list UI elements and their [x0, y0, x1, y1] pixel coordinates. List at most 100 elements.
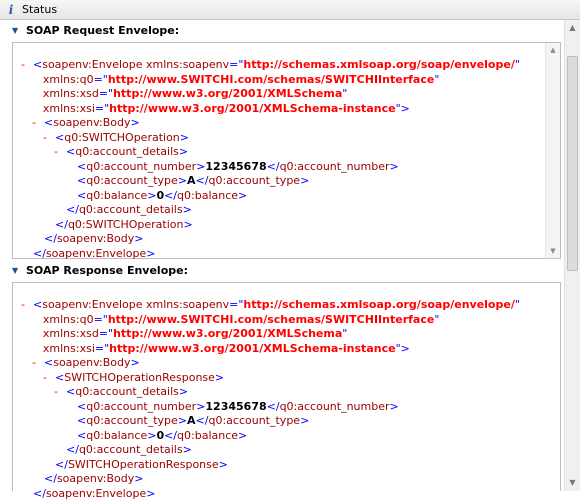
request-panel-scrollbar[interactable]: ▲ ▼	[545, 43, 560, 258]
xml-line: - <soapenv:Envelope xmlns:soapenv="http:/…	[21, 298, 520, 312]
xml-tag-name: q0:account_number	[279, 159, 390, 173]
xml-punctuation: <	[77, 399, 87, 413]
xml-tag-name: q0:balance	[177, 188, 239, 202]
xml-punctuation: >	[218, 457, 228, 471]
collapse-minus-icon[interactable]: -	[32, 356, 36, 370]
xml-punctuation: >	[389, 399, 399, 413]
xml-text-value: A	[187, 174, 196, 187]
xml-punctuation: </	[195, 174, 209, 187]
xml-punctuation: >	[178, 145, 189, 158]
xml-line: - <soapenv:Body>	[32, 116, 140, 130]
xml-punctuation: ">	[395, 101, 410, 115]
collapse-minus-icon[interactable]: -	[43, 131, 47, 145]
xml-punctuation: >	[146, 486, 156, 500]
collapse-minus-icon[interactable]: -	[21, 298, 25, 312]
collapse-triangle-icon[interactable]: ▼	[12, 263, 26, 279]
xml-punctuation: </	[195, 414, 209, 427]
xml-punctuation: <	[77, 174, 87, 187]
xml-tag-name: q0:SWITCHOperation	[67, 217, 184, 231]
collapse-minus-icon[interactable]: -	[54, 145, 58, 159]
xml-text-value: A	[187, 414, 196, 427]
xml-line: </soapenv:Body>	[44, 232, 143, 246]
scroll-down-arrow-icon[interactable]: ▼	[546, 244, 560, 258]
xml-punctuation: </	[33, 486, 46, 500]
collapse-minus-icon[interactable]: -	[32, 116, 36, 130]
xml-tag-name: q0:account_type	[86, 414, 178, 427]
xml-punctuation: </	[66, 443, 79, 456]
xml-attribute-value: http://schemas.xmlsoap.org/soap/envelope…	[243, 298, 515, 311]
scroll-down-arrow-icon[interactable]: ▼	[565, 475, 580, 491]
xml-attribute-name: xmlns:soapenv	[146, 58, 230, 71]
xml-line: - <soapenv:Body>	[32, 356, 140, 370]
xml-punctuation: >	[300, 414, 310, 427]
xml-text-value: 12345678	[205, 159, 267, 173]
xml-attribute-name: xmlns:q0	[42, 312, 94, 326]
collapse-minus-icon[interactable]: -	[21, 58, 25, 72]
xml-punctuation: </	[44, 472, 57, 485]
xml-attribute-name: xmlns:xsi	[42, 341, 95, 355]
request-header-label: SOAP Request Envelope:	[26, 24, 180, 37]
xml-line: xmlns:xsd="http://www.w3.org/2001/XMLSch…	[43, 87, 347, 101]
xml-tag-name: q0:account_details	[78, 203, 183, 216]
collapse-triangle-icon[interactable]: ▼	[12, 23, 26, 39]
collapse-minus-icon[interactable]: -	[43, 371, 47, 385]
scroll-up-arrow-icon[interactable]: ▲	[546, 43, 560, 57]
xml-tag-name: soapenv:Body	[56, 232, 135, 245]
xml-punctuation: </	[266, 159, 280, 173]
xml-punctuation: <	[77, 414, 87, 427]
xml-punctuation: ="	[229, 58, 244, 71]
collapse-minus-icon[interactable]: -	[54, 385, 58, 399]
xml-punctuation: <	[66, 145, 76, 158]
xml-tag-name: q0:account_type	[208, 174, 301, 187]
xml-punctuation: ">	[395, 341, 410, 355]
xml-attribute-name: xmlns:soapenv	[146, 298, 230, 311]
xml-punctuation: >	[178, 385, 189, 398]
xml-tag-name: q0:account_details	[75, 385, 179, 398]
xml-punctuation: </	[164, 188, 178, 202]
xml-attribute-name: xmlns:xsd	[42, 327, 99, 340]
xml-line: <q0:balance>0</q0:balance>	[77, 429, 247, 443]
request-envelope-panel: - <soapenv:Envelope xmlns:soapenv="http:/…	[12, 42, 561, 261]
scroll-up-arrow-icon[interactable]: ▲	[565, 20, 580, 36]
xml-punctuation: ="	[98, 327, 114, 340]
xml-line: </soapenv:Body>	[44, 472, 143, 486]
xml-line: </q0:account_details>	[66, 203, 192, 217]
xml-tag-name: soapenv:Body	[53, 116, 131, 129]
response-section-header[interactable]: ▼ SOAP Response Envelope:	[12, 263, 188, 279]
xml-tag-name: q0:account_number	[86, 159, 197, 173]
xml-line: - <soapenv:Envelope xmlns:soapenv="http:/…	[21, 58, 520, 72]
xml-punctuation: <	[77, 159, 87, 173]
xml-line: - <q0:SWITCHOperation>	[43, 131, 189, 145]
xml-punctuation: <	[33, 58, 43, 71]
xml-tag-name: q0:account_details	[78, 443, 183, 456]
xml-punctuation: ="	[229, 298, 244, 311]
xml-tag-name: soapenv:Envelope	[45, 246, 147, 260]
xml-tag-name: SWITCHOperationResponse	[67, 457, 219, 471]
xml-tag-name: SWITCHOperationResponse	[64, 370, 215, 384]
response-envelope-panel: - <soapenv:Envelope xmlns:soapenv="http:/…	[12, 282, 561, 500]
xml-line: </soapenv:Envelope>	[33, 487, 155, 501]
xml-punctuation: </	[55, 217, 68, 231]
xml-punctuation: <	[77, 188, 87, 202]
xml-tag-name: q0:balance	[177, 428, 239, 442]
xml-punctuation: <	[44, 116, 54, 129]
xml-punctuation: </	[66, 203, 79, 216]
xml-attribute-value: http://www.w3.org/2001/XMLSchema	[113, 87, 343, 100]
xml-line: <q0:account_type>A</q0:account_type>	[77, 414, 309, 428]
main-scrollbar[interactable]: ▲ ▼	[564, 20, 580, 491]
xml-tag-name: soapenv:Envelope	[45, 486, 147, 500]
scroll-thumb[interactable]	[567, 56, 578, 271]
xml-punctuation: "	[342, 327, 348, 340]
request-section-header[interactable]: ▼ SOAP Request Envelope:	[12, 23, 179, 39]
xml-punctuation: >	[134, 232, 144, 245]
xml-punctuation: >	[389, 159, 399, 173]
xml-punctuation: <	[33, 298, 43, 311]
xml-punctuation: >	[300, 174, 310, 187]
xml-punctuation: >	[182, 443, 192, 456]
xml-line: </soapenv:Envelope>	[33, 247, 155, 261]
xml-attribute-value: http://www.SWITCHI.com/schemas/SWITCHIIn…	[107, 312, 435, 326]
xml-tag-name: q0:balance	[86, 188, 148, 202]
xml-attribute-value: http://schemas.xmlsoap.org/soap/envelope…	[243, 58, 515, 71]
xml-tag-name: q0:account_type	[86, 174, 178, 187]
xml-tag-name: q0:account_number	[86, 399, 197, 413]
